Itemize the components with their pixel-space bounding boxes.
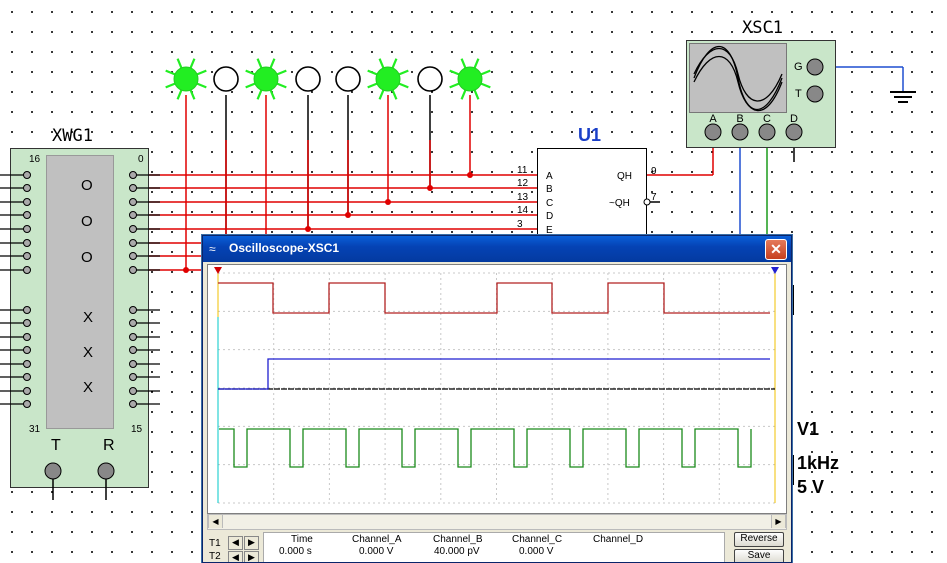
readout-panel: T1 T2 ◀ ▶ ◀ ▶ Time Channel_A Channel_B C… — [207, 532, 785, 562]
reverse-button[interactable]: Reverse — [734, 532, 784, 547]
u1-pin-number: 11 — [517, 165, 528, 176]
channel-a-trace — [218, 282, 770, 314]
header-channel-c: Channel_C — [512, 534, 563, 545]
channel-b-trace — [218, 358, 770, 390]
cursor-t2-marker — [771, 267, 779, 274]
t2-left-button[interactable]: ◀ — [228, 551, 243, 562]
scroll-right-button[interactable]: ▶ — [771, 515, 786, 528]
channel-c-trace — [219, 428, 752, 468]
t2-right-button[interactable]: ▶ — [244, 551, 259, 562]
waveform-plot — [214, 267, 779, 504]
horizontal-scrollbar[interactable]: ◀ ▶ — [207, 514, 787, 530]
v1-frequency: 1kHz — [797, 453, 840, 473]
u1-input-label: C — [546, 198, 553, 209]
t1-label: T1 — [209, 538, 221, 549]
u1-qh-label: QH — [617, 171, 632, 182]
u1-input-label: B — [546, 184, 553, 195]
oscilloscope-window[interactable]: ≈ Oscilloscope-XSC1 ✕ ◀ ▶ T1 T2 ◀ ▶ ◀ ▶ … — [202, 235, 792, 563]
save-label: Save — [747, 550, 771, 561]
u1-pin-number: 12 — [517, 178, 529, 189]
waveform-display[interactable] — [207, 264, 787, 514]
t2-label: T2 — [209, 551, 221, 562]
u1-nqh-pin: 7 — [651, 192, 657, 203]
readout-values-panel — [263, 532, 725, 562]
u1-pin-number: 14 — [517, 205, 529, 216]
t1-channel-a-value: 0.000 V — [359, 546, 394, 557]
oscilloscope-app-icon: ≈ — [209, 242, 216, 256]
u1-nqh-label: ~QH — [609, 198, 630, 209]
cursor-t1-marker — [214, 267, 222, 274]
v1-name: V1 — [797, 419, 820, 439]
v1-voltage: 5 V — [797, 477, 825, 497]
u1-pin-graphics: 11A12B13C14D3E — [517, 165, 651, 236]
header-channel-a: Channel_A — [352, 534, 402, 545]
u1-qh-pin: 9 — [651, 166, 657, 177]
t1-channel-b-value: 40.000 pV — [434, 546, 480, 557]
t1-left-button[interactable]: ◀ — [228, 536, 243, 550]
close-button[interactable]: ✕ — [765, 239, 787, 260]
close-icon: ✕ — [770, 241, 782, 257]
u1-input-label: A — [546, 171, 553, 182]
reverse-label: Reverse — [740, 533, 778, 544]
u1-input-label: D — [546, 211, 553, 222]
window-titlebar[interactable]: ≈ Oscilloscope-XSC1 ✕ — [203, 236, 791, 262]
t1-right-button[interactable]: ▶ — [244, 536, 259, 550]
u1-pin-number: 13 — [517, 192, 529, 203]
scroll-left-button[interactable]: ◀ — [208, 515, 223, 528]
t1-channel-c-value: 0.000 V — [519, 546, 554, 557]
header-channel-b: Channel_B — [433, 534, 483, 545]
t1-time-value: 0.000 s — [279, 546, 312, 557]
header-channel-d: Channel_D — [593, 534, 644, 545]
u1-pin-number: 3 — [517, 219, 523, 230]
header-time: Time — [291, 534, 313, 545]
window-title: Oscilloscope-XSC1 — [229, 241, 340, 255]
